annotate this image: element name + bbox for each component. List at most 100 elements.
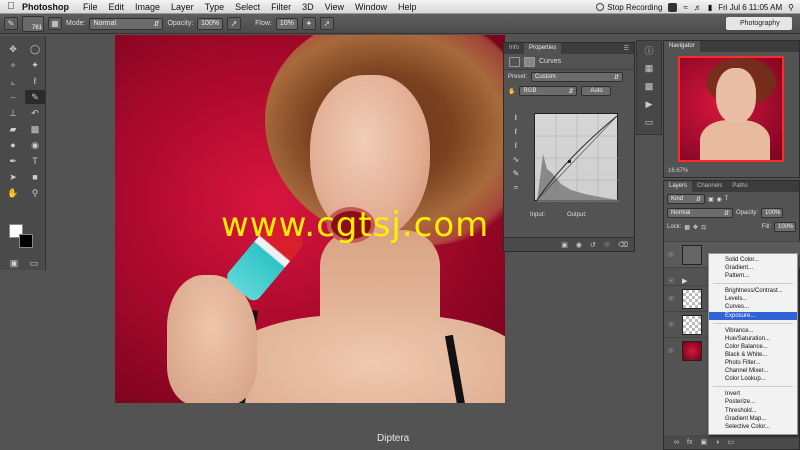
airbrush-icon[interactable]: ✦ <box>301 17 316 30</box>
pen-tool-icon[interactable]: ✒ <box>3 154 23 168</box>
white-point-eyedropper-icon[interactable]: ℓ <box>509 141 523 155</box>
screen-mode-icon[interactable]: ▭ <box>24 256 44 270</box>
tab-layers[interactable]: Layers <box>664 181 693 192</box>
gradient-tool-icon[interactable]: ▩ <box>25 122 45 136</box>
brush-tool-icon[interactable]: ✎ <box>25 90 45 104</box>
zoom-tool-icon[interactable]: ⚲ <box>25 186 45 200</box>
eye-icon[interactable]: ☉ <box>668 347 678 355</box>
menu-window[interactable]: Window <box>355 2 387 12</box>
apple-icon[interactable]:  <box>0 1 22 12</box>
visibility-icon[interactable]: ☉ <box>604 241 610 249</box>
flow-field[interactable]: 10% <box>275 17 298 30</box>
clock[interactable]: Fri Jul 6 11:05 AM <box>718 3 782 12</box>
blend-mode-select[interactable]: Normal ⇵ <box>667 208 733 218</box>
menu-edit[interactable]: Edit <box>109 2 125 12</box>
navigator-zoom[interactable]: 16.67% <box>668 168 688 174</box>
curves-graph[interactable] <box>534 113 619 202</box>
panel-menu-icon[interactable]: ☰ <box>619 43 634 54</box>
wifi-icon[interactable]: ≈ <box>683 3 687 12</box>
menu-item-photo-filter[interactable]: Photo Filter... <box>709 359 797 367</box>
tab-paths[interactable]: Paths <box>727 181 752 192</box>
mode-select[interactable]: Normal ⇵ <box>89 17 164 30</box>
menu-image[interactable]: Image <box>135 2 160 12</box>
marquee-tool-icon[interactable]: ◯ <box>25 42 45 56</box>
menu-item-color-balance[interactable]: Color Balance... <box>709 343 797 351</box>
info-icon[interactable]: ⓘ <box>637 41 661 59</box>
new-group-icon[interactable]: ▭ <box>727 438 734 446</box>
eye-icon[interactable]: ☉ <box>668 277 678 285</box>
view-previous-icon[interactable]: ◉ <box>576 241 582 249</box>
mask-icon[interactable] <box>524 56 535 67</box>
dodge-tool-icon[interactable]: ◉ <box>25 138 45 152</box>
menu-filter[interactable]: Filter <box>271 2 291 12</box>
move-tool-icon[interactable]: ✥ <box>3 42 23 56</box>
preset-select[interactable]: Custom ⇵ <box>531 72 624 82</box>
filter-adjust-icon[interactable]: ◉ <box>717 196 722 203</box>
trash-icon[interactable]: ⌫ <box>618 241 628 249</box>
navigator-thumbnail[interactable] <box>678 56 784 162</box>
menu-item-gradient-map[interactable]: Gradient Map... <box>709 415 797 423</box>
tab-properties[interactable]: Properties <box>524 43 562 54</box>
black-point-eyedropper-icon[interactable]: ℓ <box>509 113 523 127</box>
status-icon[interactable] <box>668 2 678 12</box>
menu-view[interactable]: View <box>325 2 344 12</box>
search-icon[interactable]: ⚲ <box>788 3 794 12</box>
clone-stamp-icon[interactable]: ⊥ <box>3 106 23 120</box>
curve-point-icon[interactable]: ∿ <box>509 155 523 169</box>
actions-icon[interactable]: ▶ <box>637 95 661 113</box>
menu-type[interactable]: Type <box>205 2 225 12</box>
add-mask-icon[interactable]: ▣ <box>700 438 707 446</box>
type-tool-icon[interactable]: T <box>25 154 45 168</box>
opacity-field[interactable]: 100% <box>197 17 224 30</box>
tab-info[interactable]: Info <box>504 43 524 54</box>
clip-to-layer-icon[interactable]: ▣ <box>561 241 568 249</box>
layer-opacity-field[interactable]: 100% <box>761 208 784 218</box>
tab-navigator[interactable]: Navigator <box>664 41 700 52</box>
fill-field[interactable]: 100% <box>774 222 796 232</box>
filter-type-icon[interactable]: T <box>725 196 729 202</box>
eye-icon[interactable]: ☉ <box>668 295 678 303</box>
channel-select[interactable]: RGB ⇵ <box>519 86 578 96</box>
menu-item-threshold[interactable]: Threshold... <box>709 407 797 415</box>
lock-all-icon[interactable]: ⚖ <box>701 224 706 231</box>
blur-tool-icon[interactable]: ● <box>3 138 23 152</box>
menu-item-invert[interactable]: Invert <box>709 390 797 398</box>
new-adjustment-icon[interactable]: ◑ <box>715 439 719 446</box>
pressure-size-icon[interactable]: ➚ <box>319 17 334 30</box>
filter-pixel-icon[interactable]: ▣ <box>708 196 714 203</box>
lock-position-icon[interactable]: ✥ <box>693 224 698 231</box>
hand-adjust-icon[interactable]: ✋ <box>508 88 515 95</box>
tab-channels[interactable]: Channels <box>692 181 727 192</box>
menu-item-solid-color[interactable]: Solid Color... <box>709 256 797 264</box>
brush-panel-icon[interactable]: ▦ <box>48 17 62 30</box>
menu-item-hue-saturation[interactable]: Hue/Saturation... <box>709 335 797 343</box>
gray-point-eyedropper-icon[interactable]: ℓ <box>509 127 523 141</box>
lasso-tool-icon[interactable]: ⚬ <box>3 58 23 72</box>
volume-icon[interactable]: ♬ <box>694 3 702 12</box>
app-menu[interactable]: Photoshop <box>22 2 69 12</box>
menu-3d[interactable]: 3D <box>302 2 314 12</box>
magic-wand-icon[interactable]: ✦ <box>25 58 45 72</box>
lock-pixels-icon[interactable]: ▦ <box>684 224 690 231</box>
menu-item-curves[interactable]: Curves... <box>709 303 797 311</box>
menu-item-levels[interactable]: Levels... <box>709 295 797 303</box>
healing-brush-icon[interactable]: ⎯ <box>3 90 23 104</box>
menu-item-channel-mixer[interactable]: Channel Mixer... <box>709 367 797 375</box>
quick-mask-icon[interactable]: ▣ <box>4 256 24 270</box>
auto-button[interactable]: Auto <box>581 86 612 96</box>
stop-recording-button[interactable]: Stop Recording <box>596 3 662 12</box>
menu-item-brightness-contrast[interactable]: Brightness/Contrast... <box>709 287 797 295</box>
menu-layer[interactable]: Layer <box>171 2 194 12</box>
notes-icon[interactable]: ▭ <box>637 113 661 131</box>
path-select-icon[interactable]: ➤ <box>3 170 23 184</box>
crop-tool-icon[interactable]: ⌞ <box>3 74 23 88</box>
link-icon[interactable]: ∞ <box>674 439 679 446</box>
menu-item-vibrance[interactable]: Vibrance... <box>709 327 797 335</box>
reset-icon[interactable]: ↺ <box>590 241 596 249</box>
eyedropper-icon[interactable]: ℓ <box>25 74 45 88</box>
menu-item-color-lookup[interactable]: Color Lookup... <box>709 375 797 383</box>
pencil-curve-icon[interactable]: ✎ <box>509 169 523 183</box>
shape-tool-icon[interactable]: ■ <box>25 170 45 184</box>
fx-icon[interactable]: fx <box>687 439 692 446</box>
menu-item-black-white[interactable]: Black & White... <box>709 351 797 359</box>
